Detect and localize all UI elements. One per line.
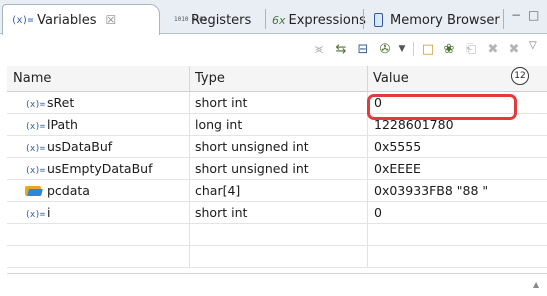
empty-row [7,224,547,246]
row-type: short unsigned int [195,139,309,154]
row-type: char[4] [195,183,241,198]
tab-expressions[interactable]: 6x Expressions [272,6,366,34]
highlight-box [367,94,517,120]
maximize-icon[interactable]: □ [528,8,539,22]
tab-separator [265,9,266,29]
row-value[interactable]: 0 [374,202,382,224]
variable-icon: (x)= [25,144,45,154]
variable-icon: (x)= [25,210,45,220]
expressions-icon: 6x [272,13,286,27]
tab-memory-browser[interactable]: Memory Browser [374,6,500,34]
row-type: long int [195,117,243,132]
add-watch-icon[interactable]: ❀ [441,41,457,57]
row-value[interactable]: 0x03933FB8 "88 " [374,180,488,202]
tab-expressions-label: Expressions [288,12,366,28]
chevron-down-icon[interactable]: ▽ [529,40,537,51]
column-divider [189,92,190,268]
copy-icon[interactable]: ⎗ [463,41,479,57]
row-type: short int [195,205,248,220]
pointer-folder-icon [25,184,43,196]
close-icon[interactable]: ☒ [106,13,117,27]
table-bottom-border [7,273,547,274]
tab-separator [363,9,364,29]
variable-icon: (x)= [25,122,45,132]
row-name: usEmptyDataBuf [47,161,153,176]
table-row[interactable]: pcdata char[4] 0x03933FB8 "88 " [7,180,547,202]
empty-row [7,246,547,268]
row-value[interactable]: 0xEEEE [374,158,421,180]
column-divider [367,92,368,268]
row-name: pcdata [47,183,90,198]
callout-number: 12 [511,67,529,85]
variables-icon: (x)= [11,14,34,26]
registers-icon: 1010 0101 [174,16,207,23]
row-type: short unsigned int [195,161,309,176]
toolbar-separator [413,42,414,56]
show-type-names-icon[interactable]: ⇆ [333,41,349,57]
column-header-name[interactable]: Name [7,66,189,92]
view-menu-icon[interactable]: ▼ [394,41,410,57]
table-header: Name Type Value [7,66,547,92]
layout-icon[interactable]: ⊟ [355,41,371,57]
remove-all-icon[interactable]: ✖ [506,41,522,57]
row-name: sRet [47,95,75,110]
row-name: usDataBuf [47,139,113,154]
table-row[interactable]: (x)= usDataBuf short unsigned int 0x5555 [7,136,547,158]
variable-icon: (x)= [25,166,45,176]
scroll-up-icon[interactable]: ▲ [533,280,539,289]
collapse-all-icon[interactable]: ⪤ [311,41,327,57]
row-type: short int [195,95,248,110]
tab-registers[interactable]: 1010 0101 Registers [174,6,251,34]
row-value[interactable]: 0x5555 [374,136,421,158]
row-name: lPath [47,117,78,132]
variable-icon: (x)= [25,100,45,110]
minimize-icon[interactable]: − [511,8,521,22]
table-row[interactable]: (x)= usEmptyDataBuf short unsigned int 0x… [7,158,547,180]
select-columns-icon[interactable]: ✇ [377,41,393,57]
view-tab-bar: (x)= Variables ☒ 1010 0101 Registers 6x … [0,0,547,35]
column-header-type[interactable]: Type [189,66,367,92]
tab-memory-browser-label: Memory Browser [390,12,500,28]
new-icon[interactable]: □ [420,41,436,57]
tab-variables[interactable]: (x)= Variables ☒ [2,4,160,35]
view-toolbar: ⪤ ⇆ ⊟ ✇ ▼ □ ❀ ⎗ ✖ ✖ ▽ [0,35,547,63]
row-name: i [47,205,51,220]
memory-icon [374,13,383,27]
tab-separator [503,9,504,29]
tab-variables-label: Variables [37,12,97,28]
table-row[interactable]: (x)= i short int 0 [7,202,547,224]
remove-icon[interactable]: ✖ [485,41,501,57]
tab-registers-label: Registers [191,12,252,28]
